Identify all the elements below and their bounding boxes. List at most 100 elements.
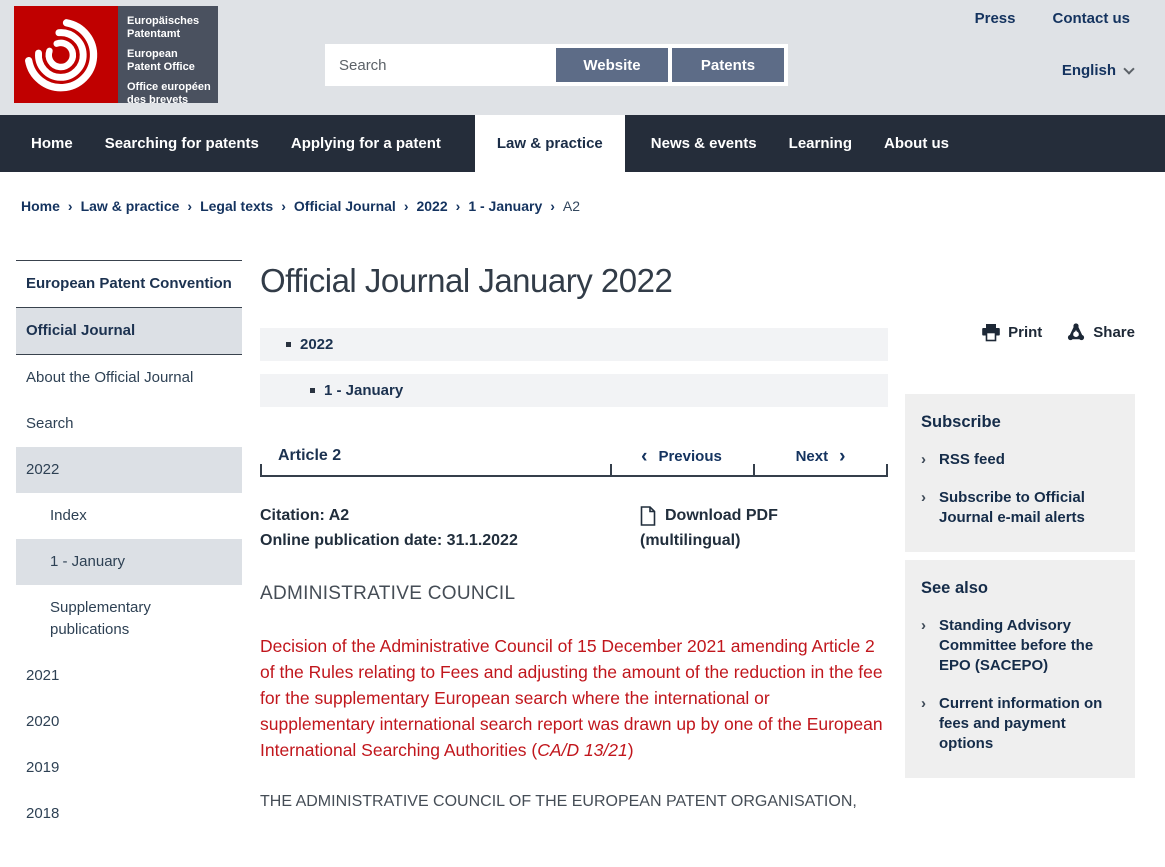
publication-date: Online publication date: 31.1.2022	[260, 528, 640, 553]
logo-line: European	[127, 48, 218, 61]
article-pager: Article 2 ‹ Previous Next ›	[260, 437, 888, 477]
breadcrumb-legal-texts[interactable]: Legal texts	[200, 198, 273, 214]
logo-line: Patentamt	[127, 28, 218, 41]
share-button[interactable]: Share	[1066, 322, 1135, 342]
search-input[interactable]	[325, 44, 556, 86]
epo-logo-mark	[14, 6, 118, 103]
epo-logo-wordmark: Europäisches Patentamt European Patent O…	[118, 6, 218, 103]
epo-logo[interactable]: Europäisches Patentamt European Patent O…	[14, 6, 218, 103]
section-heading-administrative-council: ADMINISTRATIVE COUNCIL	[260, 583, 888, 605]
breadcrumb-official-journal[interactable]: Official Journal	[294, 198, 396, 214]
accordion-label: 1 - January	[324, 382, 403, 399]
nav-item-learning[interactable]: Learning	[773, 115, 868, 172]
rss-feed-label: RSS feed	[939, 450, 1005, 470]
nav-item-applying-for-a-patent[interactable]: Applying for a patent	[275, 115, 457, 172]
previous-button[interactable]: ‹ Previous	[610, 447, 753, 466]
language-label: English	[1062, 62, 1116, 79]
sidebar-item-2019[interactable]: 2019	[16, 745, 242, 791]
contact-us-link[interactable]: Contact us	[1052, 10, 1130, 27]
breadcrumb: Home › Law & practice › Legal texts › Of…	[0, 172, 1165, 228]
main-nav: Home Searching for patents Applying for …	[0, 115, 1165, 172]
accordion-label: 2022	[300, 336, 333, 353]
sidebar-item-2020[interactable]: 2020	[16, 699, 242, 745]
chevron-down-icon	[1123, 63, 1134, 74]
pager-tick	[260, 464, 262, 475]
utility-links: Press Contact us	[975, 10, 1130, 27]
download-pdf-sublabel: (multilingual)	[640, 528, 778, 553]
decision-ref-open: (	[527, 740, 538, 760]
sidebar-item-index[interactable]: Index	[16, 493, 242, 539]
sidebar-item-2018[interactable]: 2018	[16, 791, 242, 837]
epo-spiral-icon	[23, 12, 109, 98]
logo-line: Patent Office	[127, 61, 218, 74]
square-bullet-icon	[286, 342, 291, 347]
previous-label: Previous	[658, 448, 721, 465]
decision-title: Decision of the Administrative Council o…	[260, 633, 888, 763]
pager-tick	[886, 464, 888, 475]
breadcrumb-current-a2: A2	[563, 198, 580, 214]
logo-line: Europäisches	[127, 15, 218, 28]
content-area: European Patent Convention Official Jour…	[0, 228, 1165, 837]
article-tab[interactable]: Article 2	[260, 447, 610, 465]
site-header: Europäisches Patentamt European Patent O…	[0, 0, 1165, 115]
sidebar-item-supplementary-publications[interactable]: Supplementary publications	[16, 585, 242, 653]
press-link[interactable]: Press	[975, 10, 1016, 27]
breadcrumb-2022[interactable]: 2022	[416, 198, 447, 214]
breadcrumb-separator-icon: ›	[281, 198, 286, 214]
decision-ref-close: )	[628, 740, 634, 760]
breadcrumb-separator-icon: ›	[550, 198, 555, 214]
chevron-right-icon: ›	[921, 488, 926, 528]
sidebar-item-2022[interactable]: 2022	[16, 447, 242, 493]
sidebar-item-official-journal[interactable]: Official Journal	[16, 308, 242, 355]
download-pdf-link[interactable]: Download PDF (multilingual)	[640, 503, 778, 553]
print-button[interactable]: Print	[981, 323, 1042, 342]
sacepo-link[interactable]: › Standing Advisory Committee before the…	[921, 616, 1119, 676]
see-also-box: See also › Standing Advisory Committee b…	[905, 560, 1135, 778]
subscribe-heading: Subscribe	[921, 413, 1119, 432]
language-selector[interactable]: English	[1062, 62, 1133, 79]
search-website-button[interactable]: Website	[556, 48, 668, 82]
square-bullet-icon	[310, 388, 315, 393]
download-pdf-label: Download PDF	[665, 503, 778, 528]
nav-item-news-and-events[interactable]: News & events	[635, 115, 773, 172]
citation-block: Citation: A2 Online publication date: 31…	[260, 503, 640, 553]
share-icon	[1066, 322, 1086, 342]
share-label: Share	[1093, 324, 1135, 341]
subscribe-email-alerts-link[interactable]: › Subscribe to Official Journal e-mail a…	[921, 488, 1119, 528]
subscribe-box: Subscribe › RSS feed › Subscribe to Offi…	[905, 394, 1135, 552]
nav-item-about-us[interactable]: About us	[868, 115, 965, 172]
sidebar-item-european-patent-convention[interactable]: European Patent Convention	[16, 260, 242, 308]
accordion-2022[interactable]: 2022	[260, 328, 888, 361]
nav-item-law-and-practice[interactable]: Law & practice	[475, 115, 625, 180]
nav-item-home[interactable]: Home	[15, 115, 89, 172]
breadcrumb-separator-icon: ›	[404, 198, 409, 214]
fees-payment-options-link[interactable]: › Current information on fees and paymen…	[921, 694, 1119, 754]
chevron-right-icon: ›	[921, 450, 926, 470]
pdf-document-icon	[640, 506, 656, 526]
breadcrumb-1-january[interactable]: 1 - January	[468, 198, 542, 214]
breadcrumb-law-practice[interactable]: Law & practice	[81, 198, 180, 214]
breadcrumb-separator-icon: ›	[456, 198, 461, 214]
sidebar-item-search[interactable]: Search	[16, 401, 242, 447]
left-sidebar-nav: European Patent Convention Official Jour…	[16, 260, 242, 837]
sidebar-item-1-january[interactable]: 1 - January	[16, 539, 242, 585]
nav-item-searching-for-patents[interactable]: Searching for patents	[89, 115, 275, 172]
breadcrumb-home[interactable]: Home	[21, 198, 60, 214]
sidebar-item-about-the-official-journal[interactable]: About the Official Journal	[16, 355, 242, 401]
sidebar-item-2021[interactable]: 2021	[16, 653, 242, 699]
print-share-row: Print Share	[905, 322, 1135, 342]
pager-tick	[610, 464, 612, 475]
rss-feed-link[interactable]: › RSS feed	[921, 450, 1119, 470]
logo-line: Office européen	[127, 81, 218, 94]
fees-payment-options-label: Current information on fees and payment …	[939, 694, 1119, 754]
subscribe-email-alerts-label: Subscribe to Official Journal e-mail ale…	[939, 488, 1119, 528]
next-label: Next	[796, 448, 829, 465]
breadcrumb-separator-icon: ›	[68, 198, 73, 214]
chevron-right-icon: ›	[921, 616, 926, 676]
chevron-right-icon: ›	[921, 694, 926, 754]
search-patents-button[interactable]: Patents	[672, 48, 784, 82]
body-paragraph: THE ADMINISTRATIVE COUNCIL OF THE EUROPE…	[260, 789, 888, 815]
next-button[interactable]: Next ›	[753, 447, 888, 466]
article-meta: Citation: A2 Online publication date: 31…	[260, 503, 888, 553]
accordion-1-january[interactable]: 1 - January	[260, 374, 888, 407]
